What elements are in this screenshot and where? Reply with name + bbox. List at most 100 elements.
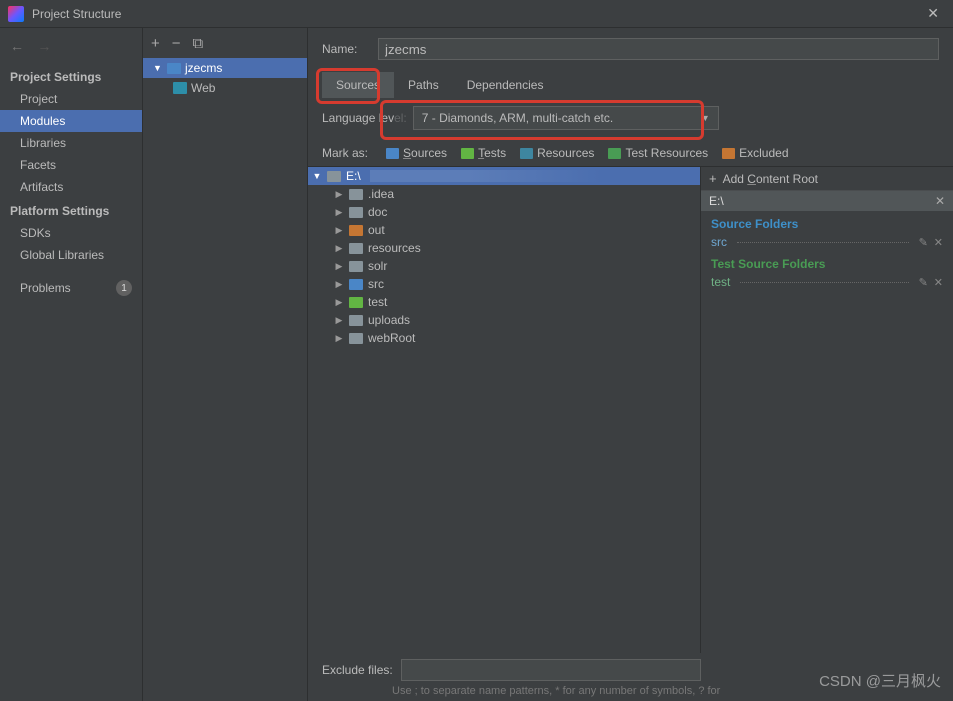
chevron-down-icon: ▼ (153, 63, 163, 73)
left-nav: ← → Project Settings Project Modules Lib… (0, 28, 143, 701)
close-icon[interactable]: ✕ (934, 276, 943, 289)
tree-item-label: uploads (368, 313, 410, 327)
tab-dependencies[interactable]: Dependencies (453, 72, 558, 98)
folder-icon (349, 243, 363, 254)
tab-sources[interactable]: Sources (322, 72, 394, 98)
folder-icon (349, 189, 363, 200)
smudge (370, 170, 700, 182)
chevron-right-icon: ▶ (334, 243, 344, 254)
name-input[interactable] (378, 38, 939, 60)
folder-icon (349, 261, 363, 272)
folder-icon (608, 148, 621, 159)
plus-icon: + (709, 171, 717, 186)
close-icon[interactable]: ✕ (921, 5, 945, 22)
tree-item-label: solr (368, 259, 387, 273)
folder-icon (520, 148, 533, 159)
tree-web-label: Web (191, 81, 215, 95)
mark-as-row: Mark as: Sources Tests Resources Test Re… (308, 138, 953, 167)
nav-libraries[interactable]: Libraries (0, 132, 142, 154)
nav-section-platform: Platform Settings (0, 198, 142, 222)
nav-section-project: Project Settings (0, 64, 142, 88)
mark-resources[interactable]: Resources (520, 146, 594, 160)
edit-icon[interactable]: ✎ (919, 236, 928, 249)
mark-test-resources[interactable]: Test Resources (608, 146, 708, 160)
tree-root-row[interactable]: ▼ E:\ (308, 167, 700, 185)
tree-item-solr[interactable]: ▶ solr (308, 257, 700, 275)
folder-icon (386, 148, 399, 159)
nav-facets[interactable]: Facets (0, 154, 142, 176)
chevron-right-icon: ▶ (334, 189, 344, 200)
tree-web-facet[interactable]: Web (143, 78, 307, 98)
tree-item-.idea[interactable]: ▶.idea (308, 185, 700, 203)
dots (740, 282, 908, 283)
add-icon[interactable]: + (151, 35, 160, 52)
chevron-right-icon: ▶ (334, 261, 344, 272)
content-roots-pane: + Add Content Root E:\ ✕ Source Folders … (701, 167, 953, 653)
tree-item-out[interactable]: ▶out (308, 221, 700, 239)
exclude-files-input[interactable] (401, 659, 701, 681)
remove-icon[interactable]: − (172, 35, 181, 52)
mark-tests[interactable]: Tests (461, 146, 506, 160)
mark-excluded[interactable]: Excluded (722, 146, 788, 160)
forward-icon[interactable]: → (37, 38, 51, 54)
source-folders-header: Source Folders (701, 211, 953, 233)
folder-icon (722, 148, 735, 159)
tabs-wrap: Sources Paths Dependencies (308, 66, 953, 98)
edit-icon[interactable]: ✎ (919, 276, 928, 289)
nav-global-libraries[interactable]: Global Libraries (0, 244, 142, 266)
chevron-right-icon: ▶ (334, 333, 344, 344)
close-icon[interactable]: ✕ (935, 194, 945, 208)
chevron-right-icon: ▶ (334, 279, 344, 290)
problems-badge: 1 (116, 280, 132, 296)
copy-icon[interactable]: ⧉ (193, 35, 204, 52)
nav-project[interactable]: Project (0, 88, 142, 110)
tree-item-webRoot[interactable]: ▶webRoot (308, 329, 700, 347)
chevron-down-icon: ▼ (312, 171, 322, 181)
source-roots-tree[interactable]: ▼ E:\ ▶.idea▶doc▶out▶resources▶solr▶src▶… (308, 167, 701, 653)
language-level-row: Language level: 7 - Diamonds, ARM, multi… (308, 98, 953, 138)
window-title: Project Structure (32, 7, 921, 21)
back-icon[interactable]: ← (10, 38, 24, 54)
tree-root-label: E:\ (346, 169, 361, 183)
exclude-files-label: Exclude files: (322, 663, 393, 677)
exclude-hint: Use ; to separate name patterns, * for a… (322, 681, 939, 697)
language-level-select[interactable]: 7 - Diamonds, ARM, multi-catch etc. ▼ (413, 106, 719, 130)
content-root-row[interactable]: E:\ ✕ (701, 191, 953, 211)
test-source-folder-test[interactable]: test ✎ ✕ (701, 273, 953, 291)
folder-icon (349, 333, 363, 344)
tree-module-label: jzecms (185, 61, 222, 75)
folder-icon (349, 297, 363, 308)
folder-icon (349, 279, 363, 290)
mark-sources[interactable]: Sources (386, 146, 447, 160)
nav-artifacts[interactable]: Artifacts (0, 176, 142, 198)
nav-sdks[interactable]: SDKs (0, 222, 142, 244)
test-label: test (711, 275, 730, 289)
tree-module-root[interactable]: ▼ jzecms (143, 58, 307, 78)
tree-item-test[interactable]: ▶test (308, 293, 700, 311)
chevron-right-icon: ▶ (334, 225, 344, 236)
add-content-root[interactable]: + Add Content Root (701, 167, 953, 191)
chevron-right-icon: ▶ (334, 207, 344, 218)
nav-modules[interactable]: Modules (0, 110, 142, 132)
tree-item-src[interactable]: ▶src (308, 275, 700, 293)
content-root-path: E:\ (709, 194, 724, 208)
tab-paths[interactable]: Paths (394, 72, 453, 98)
language-level-value: 7 - Diamonds, ARM, multi-catch etc. (422, 111, 613, 125)
footer: Exclude files: Use ; to separate name pa… (308, 653, 953, 701)
close-icon[interactable]: ✕ (934, 236, 943, 249)
src-label: src (711, 235, 727, 249)
source-folder-src[interactable]: src ✎ ✕ (701, 233, 953, 251)
chevron-right-icon: ▶ (334, 297, 344, 308)
tree-item-uploads[interactable]: ▶ uploads (308, 311, 700, 329)
language-level-label: Language level: (322, 111, 407, 125)
app-icon (8, 6, 24, 22)
titlebar: Project Structure ✕ (0, 0, 953, 28)
folder-icon (167, 63, 181, 74)
chevron-right-icon: ▶ (334, 315, 344, 326)
main-panel: Name: Sources Paths Dependencies Languag… (308, 28, 953, 701)
tree-item-doc[interactable]: ▶doc (308, 203, 700, 221)
nav-problems[interactable]: Problems 1 (0, 276, 142, 300)
tree-item-resources[interactable]: ▶resources (308, 239, 700, 257)
folder-icon (349, 225, 363, 236)
dots (737, 242, 909, 243)
